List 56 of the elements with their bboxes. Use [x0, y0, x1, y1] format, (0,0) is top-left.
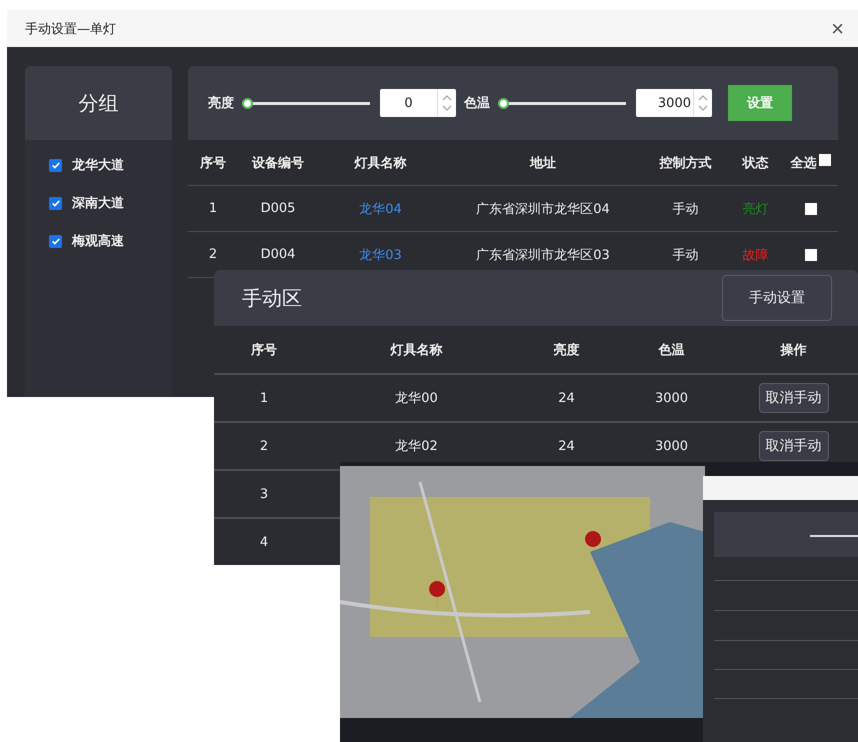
column-header: 灯具名称 [353, 154, 408, 172]
table-cell-text: D005 [260, 201, 296, 216]
checkbox[interactable] [49, 158, 62, 172]
manual-settings-button[interactable]: 手动设置 [722, 275, 832, 321]
checkbox[interactable] [49, 196, 62, 210]
column-header: 亮度 [552, 342, 580, 358]
table-cell-text: 广东省深圳市龙华区03 [475, 246, 611, 264]
window-title: 手动设置—单灯 [25, 20, 116, 38]
lamp-link[interactable]: 龙华03 [318, 246, 443, 264]
checkbox[interactable] [49, 234, 62, 248]
group-title: 分组 [25, 66, 172, 140]
color-temperature-label: 色温 [464, 95, 490, 112]
color-temperature-input[interactable]: 3000 [636, 89, 712, 117]
column-header: 地址 [528, 154, 557, 172]
checkbox[interactable] [818, 154, 830, 166]
slider-thumb[interactable] [498, 98, 509, 108]
checkbox[interactable] [804, 248, 816, 260]
cancel-manual-button[interactable]: 取消手动 [758, 383, 828, 413]
table-cell-text: 2 [208, 247, 218, 262]
column-header: 灯具名称 [389, 342, 444, 358]
close-button[interactable]: × [831, 18, 844, 40]
table-cell-text: 广东省深圳市龙华区04 [475, 200, 611, 218]
lamp-link[interactable]: 龙华04 [318, 200, 443, 218]
table-cell-text: 1 [208, 201, 218, 216]
cancel-manual-button[interactable]: 取消手动 [758, 431, 828, 461]
column-header: 控制方式 [658, 154, 712, 172]
table-cell-text: 2 [258, 438, 270, 454]
status-text: 亮灯 [742, 200, 770, 218]
table-cell-text: 3 [258, 486, 270, 502]
table-cell-text: 24 [557, 438, 576, 454]
table-cell-text: 3000 [654, 438, 690, 454]
table-cell-text: 龙华02 [394, 438, 439, 455]
table-cell-text: 手动 [672, 200, 700, 218]
brightness-input[interactable]: 0 [380, 89, 456, 117]
panel-title: 手动区 [242, 284, 302, 312]
table-cell-text: 龙华00 [394, 390, 439, 407]
group-label: 龙华大道 [72, 157, 124, 174]
table-cell-text: 24 [557, 390, 576, 406]
column-header: 操作 [779, 342, 808, 358]
table-cell-text: 手动 [672, 246, 700, 264]
column-header: 设备编号 [250, 154, 305, 172]
column-header: 全选 [790, 154, 816, 172]
table-cell-text: 3000 [654, 390, 690, 406]
table-cell-text: D004 [260, 247, 296, 262]
status-text: 故障 [742, 246, 770, 264]
table-cell-text: 4 [258, 534, 270, 550]
checkbox[interactable] [804, 202, 816, 214]
column-header: 序号 [199, 154, 227, 172]
group-label: 深南大道 [72, 195, 124, 212]
column-header: 序号 [250, 342, 278, 358]
column-header: 状态 [740, 154, 770, 172]
brightness-label: 亮度 [208, 94, 234, 112]
table-cell-text: 1 [258, 390, 270, 406]
group-label: 梅观高速 [72, 232, 124, 250]
column-header: 色温 [657, 342, 686, 358]
slider-thumb[interactable] [242, 98, 253, 108]
